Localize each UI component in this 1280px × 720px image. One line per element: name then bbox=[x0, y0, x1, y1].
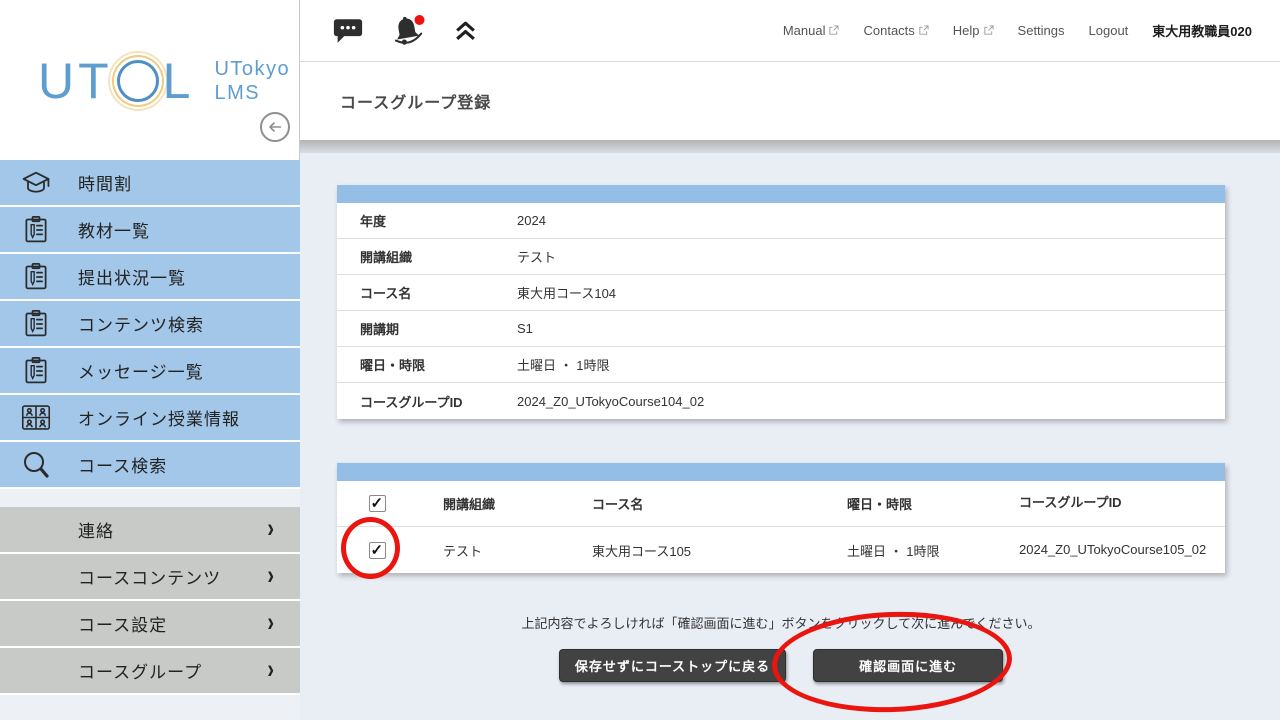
header-shadow bbox=[300, 140, 1280, 153]
video-meeting-icon bbox=[18, 404, 54, 431]
proceed-to-confirm-button[interactable]: 確認画面に進む bbox=[813, 649, 1003, 682]
sidebar-item-course-search[interactable]: コース検索 bbox=[0, 442, 300, 489]
topbar-links: Manual Contacts Help Settings bbox=[783, 21, 1252, 40]
sidebar-item-course-content[interactable]: コースコンテンツ bbox=[0, 554, 300, 601]
logo-o-ring-icon bbox=[117, 60, 159, 102]
collapse-topbar-button[interactable] bbox=[453, 19, 478, 42]
sidebar-item-online-class-info[interactable]: オンライン授業情報 bbox=[0, 395, 300, 442]
back-to-course-top-button[interactable]: 保存せずにコーストップに戻る bbox=[559, 649, 786, 682]
sidebar-item-course-group[interactable]: コースグループ bbox=[0, 648, 300, 695]
group-table-row: テスト 東大用コース105 土曜日 ・ 1時限 2024_Z0_UTokyoCo… bbox=[337, 527, 1225, 573]
chevron-right-icon bbox=[267, 514, 274, 545]
current-user-name: 東大用教職員020 bbox=[1152, 21, 1252, 40]
page-title: コースグループ登録 bbox=[340, 89, 491, 113]
external-link-icon bbox=[828, 25, 839, 36]
double-chevron-up-icon bbox=[453, 19, 478, 42]
table-row: コース名 東大用コース104 bbox=[337, 275, 1225, 311]
sidebar: UT L UTokyo LMS 時間割 bbox=[0, 0, 300, 720]
graduation-cap-icon bbox=[18, 169, 54, 196]
settings-link[interactable]: Settings bbox=[1018, 23, 1065, 38]
sidebar-item-message-list[interactable]: メッセージ一覧 bbox=[0, 348, 300, 395]
group-table-header-row: 開講組織 コース名 曜日・時限 コースグループID bbox=[337, 481, 1225, 527]
instruction-note: 上記内容でよろしければ「確認画面に進む」ボタンをクリックして次に進んでください。 bbox=[337, 613, 1225, 632]
table-row: 開講期 S1 bbox=[337, 311, 1225, 347]
course-info-table-header bbox=[337, 185, 1225, 203]
chat-bubble-icon bbox=[332, 17, 364, 44]
clipboard-pen-icon bbox=[18, 309, 54, 338]
chat-button[interactable] bbox=[332, 17, 364, 44]
bell-icon bbox=[390, 14, 427, 48]
table-row: 曜日・時限 土曜日 ・ 1時限 bbox=[337, 347, 1225, 383]
title-bar: コースグループ登録 bbox=[300, 62, 1280, 140]
table-row: 年度 2024 bbox=[337, 203, 1225, 239]
logo-subtitle-line2: LMS bbox=[214, 81, 290, 105]
sidebar-course-menu: 連絡 コースコンテンツ コース設定 コースグループ bbox=[0, 507, 300, 695]
contacts-link[interactable]: Contacts bbox=[863, 23, 928, 38]
arrow-left-icon bbox=[268, 121, 282, 133]
logout-link[interactable]: Logout bbox=[1089, 23, 1129, 38]
external-link-icon bbox=[918, 25, 929, 36]
chevron-right-icon bbox=[267, 561, 274, 592]
clipboard-pen-icon bbox=[18, 215, 54, 244]
content-area: 年度 2024 開講組織 テスト コース名 東大用コース104 開講期 S1 曜… bbox=[300, 153, 1280, 682]
sidebar-logo-area: UT L UTokyo LMS bbox=[0, 0, 300, 160]
select-all-checkbox[interactable] bbox=[369, 495, 386, 512]
chevron-right-icon bbox=[267, 655, 274, 686]
action-buttons: 保存せずにコーストップに戻る 確認画面に進む bbox=[337, 649, 1225, 682]
course-group-table: 開講組織 コース名 曜日・時限 コースグループID テスト 東大用コース105 … bbox=[337, 463, 1225, 573]
logo-subtitle-line1: UTokyo bbox=[214, 57, 290, 81]
table-row: コースグループID 2024_Z0_UTokyoCourse104_02 bbox=[337, 383, 1225, 419]
topbar: Manual Contacts Help Settings bbox=[300, 0, 1280, 62]
logo-text-left: UT bbox=[38, 52, 113, 110]
course-info-table: 年度 2024 開講組織 テスト コース名 東大用コース104 開講期 S1 曜… bbox=[337, 185, 1225, 419]
sidebar-item-materials-list[interactable]: 教材一覧 bbox=[0, 207, 300, 254]
table-row: 開講組織 テスト bbox=[337, 239, 1225, 275]
row-select-checkbox[interactable] bbox=[369, 542, 386, 559]
course-group-table-header bbox=[337, 463, 1225, 481]
sidebar-main-menu: 時間割 教材一覧 提出状況一覧 bbox=[0, 160, 300, 489]
notification-dot bbox=[415, 15, 425, 25]
sidebar-item-course-settings[interactable]: コース設定 bbox=[0, 601, 300, 648]
logo-text-right: L bbox=[163, 52, 195, 110]
manual-link[interactable]: Manual bbox=[783, 23, 840, 38]
notifications-button[interactable] bbox=[390, 14, 427, 48]
sidebar-item-content-search[interactable]: コンテンツ検索 bbox=[0, 301, 300, 348]
clipboard-pen-icon bbox=[18, 356, 54, 385]
sidebar-item-contact[interactable]: 連絡 bbox=[0, 507, 300, 554]
sidebar-collapse-button[interactable] bbox=[260, 112, 290, 142]
sidebar-item-submission-status[interactable]: 提出状況一覧 bbox=[0, 254, 300, 301]
search-icon bbox=[18, 450, 54, 480]
main-area: Manual Contacts Help Settings bbox=[300, 0, 1280, 720]
utol-logo: UT L UTokyo LMS bbox=[38, 52, 290, 110]
clipboard-pen-icon bbox=[18, 262, 54, 291]
sidebar-item-timetable[interactable]: 時間割 bbox=[0, 160, 300, 207]
sidebar-section-gap bbox=[0, 489, 300, 507]
external-link-icon bbox=[983, 25, 994, 36]
chevron-right-icon bbox=[267, 608, 274, 639]
help-link[interactable]: Help bbox=[953, 23, 994, 38]
